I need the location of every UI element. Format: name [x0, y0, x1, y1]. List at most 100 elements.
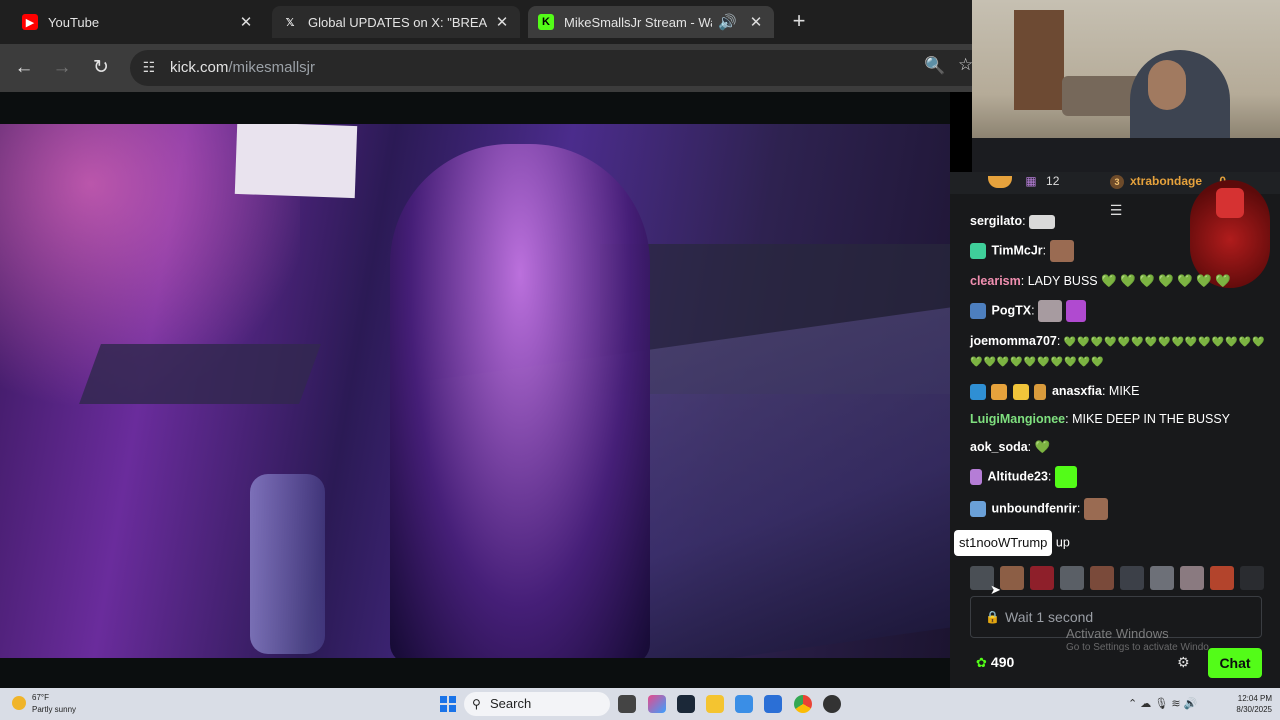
file-explorer-icon[interactable]	[706, 695, 724, 713]
chat-username[interactable]: clearism	[970, 274, 1021, 288]
video-bottle	[250, 474, 325, 654]
chatter-avatar[interactable]	[1180, 566, 1204, 590]
verified-badge-icon	[970, 501, 986, 517]
chat-text: LADY BUSS	[1024, 274, 1098, 288]
chat-messages: sergilato: TimMcJr: clearism: LADY BUSS …	[954, 212, 1266, 566]
stream-video[interactable]	[0, 124, 950, 658]
chat-username[interactable]: unboundfenrir	[991, 501, 1076, 515]
bookmark-star-icon[interactable]: ☆	[958, 55, 973, 75]
browser-toolbar: ← → ↻ ☷ kick.com/mikesmallsjr 🔍 ☆	[0, 44, 990, 92]
sun-icon	[12, 696, 26, 710]
windows-taskbar: 67°F Partly sunny ⚲ Search ⌃ ☁ 🎙 ≋ 🔊 12:…	[0, 688, 1280, 720]
chat-username[interactable]: TimMcJr	[991, 243, 1042, 257]
pinned-left: ▦ 12	[988, 174, 1059, 188]
points-value: 490	[990, 654, 1015, 670]
chat-input-placeholder: Wait 1 second	[1005, 609, 1094, 625]
steam-icon[interactable]	[677, 695, 695, 713]
gift-badge-icon	[970, 243, 986, 259]
gear-icon[interactable]: ⚙	[1177, 654, 1190, 671]
channel-points[interactable]: ✿ 490	[976, 654, 1014, 671]
chat-separator: :	[1031, 303, 1035, 318]
video-table	[79, 344, 321, 404]
start-button[interactable]	[440, 696, 456, 712]
chat-separator: :	[1056, 334, 1061, 348]
weather-condition: Partly sunny	[32, 705, 77, 714]
copilot-icon[interactable]	[648, 695, 666, 713]
webcam-streamer-head	[1148, 60, 1186, 110]
chatter-avatar[interactable]	[1240, 566, 1264, 590]
chat-panel: ▦ 12 3xtrabondage 0 ☰ sergilato: TimMcJr…	[950, 172, 1280, 688]
moderator-badge-icon	[970, 383, 986, 400]
chat-username[interactable]: LuigiMangionee	[970, 412, 1065, 426]
chatter-avatar[interactable]	[1120, 566, 1144, 590]
close-tab-icon[interactable]: ✕	[494, 13, 510, 31]
clock-time: 12:04 PM	[1237, 694, 1272, 703]
x-icon: 𝕏	[285, 16, 295, 29]
chat-message: PogTX:	[970, 300, 1266, 322]
chatter-avatar[interactable]	[1060, 566, 1084, 590]
store-icon[interactable]	[764, 695, 782, 713]
chatter-avatar[interactable]	[1150, 566, 1174, 590]
chat-username[interactable]: joemomma707	[970, 334, 1057, 348]
webcam-overlay	[972, 0, 1280, 172]
lock-icon: 🔒	[985, 610, 1000, 624]
chat-message: aok_soda: 💚	[970, 438, 1266, 456]
tab-kick[interactable]: K MikeSmallsJr Stream - Watc 🔊 ✕	[528, 6, 774, 38]
forward-icon[interactable]: →	[50, 56, 74, 80]
address-bar[interactable]: ☷ kick.com/mikesmallsjr	[130, 50, 990, 86]
close-tab-icon[interactable]: ✕	[238, 13, 254, 31]
chat-username[interactable]: PogTX	[991, 303, 1031, 317]
chat-text: MIKE DEEP IN THE BUSSY	[1068, 412, 1231, 426]
points-icon: ✿	[976, 655, 987, 670]
chatter-avatar[interactable]	[1000, 566, 1024, 590]
chat-username[interactable]: sergilato	[970, 214, 1022, 228]
chatter-avatar[interactable]	[1090, 566, 1114, 590]
chat-message: st1nooWTrump up	[954, 530, 1266, 556]
chat-username[interactable]: Altitude23	[987, 469, 1047, 483]
chat-message: LuigiMangionee: MIKE DEEP IN THE BUSSY	[970, 410, 1266, 428]
tab-youtube[interactable]: ▶ YouTube ✕	[12, 6, 264, 38]
system-tray[interactable]: ⌃ ☁ 🎙 ≋ 🔊	[1128, 697, 1197, 710]
heart-emotes: 💚 💚 💚 💚 💚 💚 💚	[1101, 274, 1231, 288]
stream-page	[0, 92, 950, 688]
tab-x[interactable]: 𝕏 Global UPDATES on X: "BREAKIN ✕	[272, 6, 520, 38]
chat-username[interactable]: aok_soda	[970, 440, 1028, 454]
sticker-emote	[1065, 300, 1086, 322]
gift-badge-icon	[1034, 383, 1047, 400]
chatter-avatar[interactable]	[1030, 566, 1054, 590]
face-emote	[1083, 498, 1108, 520]
tab-title: YouTube	[48, 14, 100, 30]
speaker-icon[interactable]: 🔊	[718, 13, 737, 31]
chat-text: MIKE	[1105, 384, 1140, 398]
zoom-icon[interactable]: 🔍	[924, 56, 945, 76]
webcam-desk	[972, 138, 1280, 172]
chrome-icon[interactable]	[794, 695, 812, 713]
clock-date: 8/30/2025	[1236, 705, 1272, 714]
rank-badge: 3	[1110, 175, 1124, 189]
video-sign	[234, 124, 358, 199]
clock[interactable]: 12:04 PM 8/30/2025	[1228, 693, 1272, 715]
back-icon[interactable]: ←	[12, 56, 36, 80]
taskbar-search[interactable]: ⚲ Search	[464, 692, 610, 716]
new-tab-icon[interactable]: +	[786, 8, 812, 34]
tab-title: Global UPDATES on X: "BREAKIN	[308, 14, 488, 30]
chat-separator: :	[1076, 501, 1081, 516]
chat-send-button[interactable]: Chat	[1208, 648, 1262, 678]
chatter-avatar[interactable]	[1210, 566, 1234, 590]
close-tab-icon[interactable]: ✕	[748, 13, 764, 31]
sub-count: 12	[1046, 174, 1060, 188]
chatter-avatars	[970, 566, 1266, 592]
task-view-icon[interactable]	[618, 695, 636, 713]
obs-icon[interactable]	[823, 695, 841, 713]
chat-separator: :	[1047, 469, 1052, 484]
reload-icon[interactable]: ↻	[89, 56, 113, 80]
chat-username[interactable]: anasxfia	[1052, 384, 1102, 398]
taskbar-search-label: Search	[490, 696, 532, 711]
tab-strip: ▶ YouTube ✕ 𝕏 Global UPDATES on X: "BREA…	[0, 0, 972, 44]
activate-windows-subtitle: Go to Settings to activate Windo	[1066, 642, 1209, 653]
chat-separator: :	[1022, 214, 1026, 228]
site-info-icon[interactable]: ☷	[140, 59, 158, 77]
mail-icon[interactable]	[735, 695, 753, 713]
truck-emote	[1029, 214, 1056, 229]
kick-w-emote	[1054, 466, 1077, 488]
